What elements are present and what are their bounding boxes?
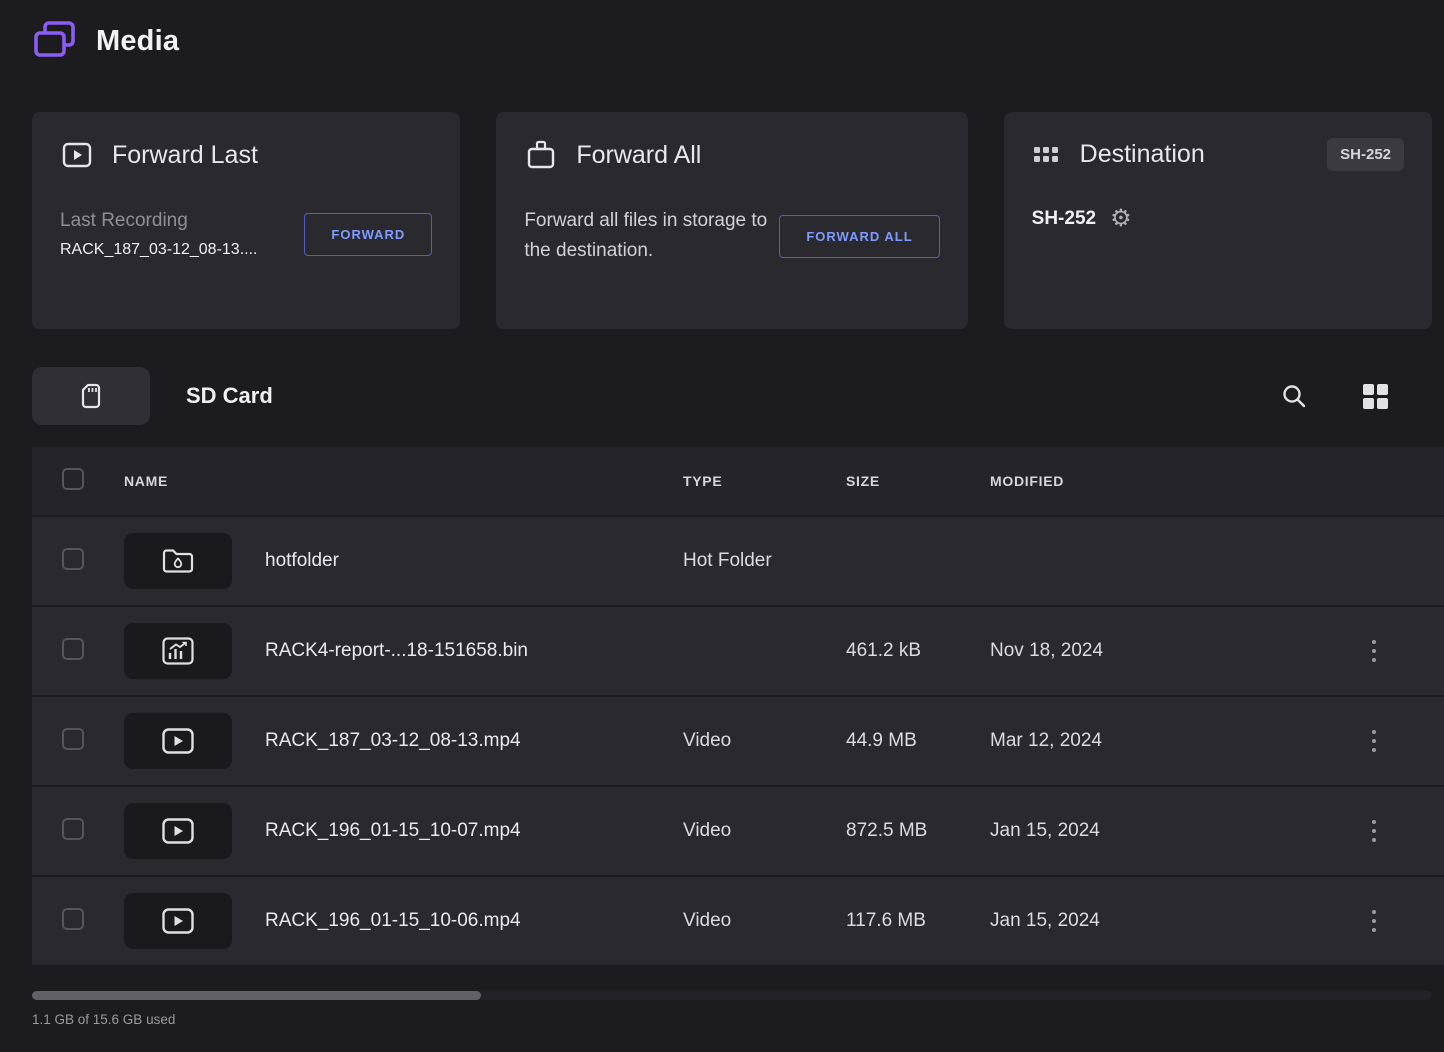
last-recording-info: Last Recording RACK_187_03-12_08-13....: [60, 210, 257, 259]
forward-all-card: Forward All Forward all files in storage…: [496, 112, 967, 329]
file-icon-tile: [124, 533, 232, 589]
file-modified: Jan 15, 2024: [990, 910, 1304, 932]
file-size: 872.5 MB: [846, 820, 990, 842]
kebab-icon: [1372, 820, 1376, 824]
sd-card-icon: [79, 382, 103, 410]
grid-view-icon: [1360, 381, 1390, 411]
row-checkbox[interactable]: [62, 728, 84, 750]
grid-dots-icon: [1032, 144, 1062, 165]
forward-last-card: Forward Last Last Recording RACK_187_03-…: [32, 112, 460, 329]
video-icon: [161, 727, 195, 755]
forward-button[interactable]: FORWARD: [304, 213, 432, 256]
summary-cards: Forward Last Last Recording RACK_187_03-…: [32, 112, 1432, 329]
file-modified: Nov 18, 2024: [990, 640, 1304, 662]
row-checkbox[interactable]: [62, 638, 84, 660]
file-type: Video: [683, 910, 846, 932]
file-icon-tile: [124, 713, 232, 769]
row-checkbox[interactable]: [62, 548, 84, 570]
kebab-icon: [1372, 640, 1376, 644]
card-title-forward-all: Forward All: [576, 141, 701, 170]
file-type: Hot Folder: [683, 550, 846, 572]
row-menu-button[interactable]: [1362, 632, 1386, 670]
file-modified: Mar 12, 2024: [990, 730, 1304, 752]
file-name: RACK_196_01-15_10-07.mp4: [265, 820, 683, 842]
search-button[interactable]: [1280, 382, 1308, 410]
table-row[interactable]: hotfolder Hot Folder: [32, 517, 1444, 607]
source-row: SD Card: [32, 367, 1432, 425]
grid-view-button[interactable]: [1360, 381, 1390, 411]
forward-all-button[interactable]: FORWARD ALL: [779, 215, 939, 258]
forward-all-card-header: Forward All: [524, 138, 939, 172]
table-header: NAME TYPE SIZE MODIFIED: [32, 447, 1444, 517]
storage-usage: 1.1 GB of 15.6 GB used: [32, 1012, 1444, 1027]
file-name: RACK_196_01-15_10-06.mp4: [265, 910, 683, 932]
column-header-name: NAME: [124, 473, 683, 489]
column-header-modified: MODIFIED: [990, 473, 1304, 489]
card-title-forward-last: Forward Last: [112, 141, 258, 170]
file-name: RACK4-report-...18-151658.bin: [265, 640, 683, 662]
row-menu-button[interactable]: [1362, 812, 1386, 850]
chart-icon: [161, 636, 195, 666]
archive-box-icon: [524, 138, 558, 172]
horizontal-scrollbar-thumb[interactable]: [32, 991, 481, 1000]
source-title: SD Card: [186, 383, 273, 409]
file-icon-tile: [124, 893, 232, 949]
file-table: NAME TYPE SIZE MODIFIED: [32, 447, 1444, 967]
kebab-icon: [1372, 730, 1376, 734]
last-recording-label: Last Recording: [60, 210, 257, 232]
destination-value: SH-252: [1032, 208, 1096, 230]
hot-folder-icon: [161, 547, 195, 575]
row-menu-button[interactable]: [1362, 722, 1386, 760]
file-icon-tile: [124, 623, 232, 679]
last-recording-filename: RACK_187_03-12_08-13....: [60, 241, 257, 259]
destination-badge: SH-252: [1327, 138, 1404, 171]
table-body: hotfolder Hot Folder: [32, 517, 1444, 967]
video-icon: [161, 907, 195, 935]
video-icon: [161, 817, 195, 845]
file-size: 117.6 MB: [846, 910, 990, 932]
page-header: Media: [32, 20, 1444, 62]
file-modified: Jan 15, 2024: [990, 820, 1304, 842]
file-size: 44.9 MB: [846, 730, 990, 752]
column-header-type: TYPE: [683, 473, 846, 489]
kebab-icon: [1372, 910, 1376, 914]
sd-card-source-button[interactable]: [32, 367, 150, 425]
page-title: Media: [96, 25, 179, 58]
select-all-checkbox[interactable]: [62, 468, 84, 490]
table-row[interactable]: RACK_196_01-15_10-07.mp4 Video 872.5 MB …: [32, 787, 1444, 877]
file-icon-tile: [124, 803, 232, 859]
forward-all-description: Forward all files in storage to the dest…: [524, 206, 779, 267]
destination-card: Destination SH-252 SH-252 ⚙: [1004, 112, 1432, 329]
file-type: Video: [683, 730, 846, 752]
media-page: Media Forward Last Last Recording RACK_1…: [0, 0, 1444, 1052]
file-name: hotfolder: [265, 550, 683, 572]
row-checkbox[interactable]: [62, 908, 84, 930]
play-square-icon: [60, 138, 94, 172]
horizontal-scrollbar-track: [32, 991, 1432, 1000]
table-row[interactable]: RACK_196_01-15_10-06.mp4 Video 117.6 MB …: [32, 877, 1444, 967]
gear-icon[interactable]: ⚙: [1110, 207, 1132, 231]
file-name: RACK_187_03-12_08-13.mp4: [265, 730, 683, 752]
file-size: 461.2 kB: [846, 640, 990, 662]
table-row[interactable]: RACK4-report-...18-151658.bin 461.2 kB N…: [32, 607, 1444, 697]
card-title-destination: Destination: [1080, 140, 1205, 169]
file-type: Video: [683, 820, 846, 842]
row-menu-button[interactable]: [1362, 902, 1386, 940]
table-row[interactable]: RACK_187_03-12_08-13.mp4 Video 44.9 MB M…: [32, 697, 1444, 787]
search-icon: [1280, 382, 1308, 410]
forward-last-card-header: Forward Last: [60, 138, 432, 172]
media-logo-icon: [32, 20, 78, 62]
row-checkbox[interactable]: [62, 818, 84, 840]
column-header-size: SIZE: [846, 473, 990, 489]
